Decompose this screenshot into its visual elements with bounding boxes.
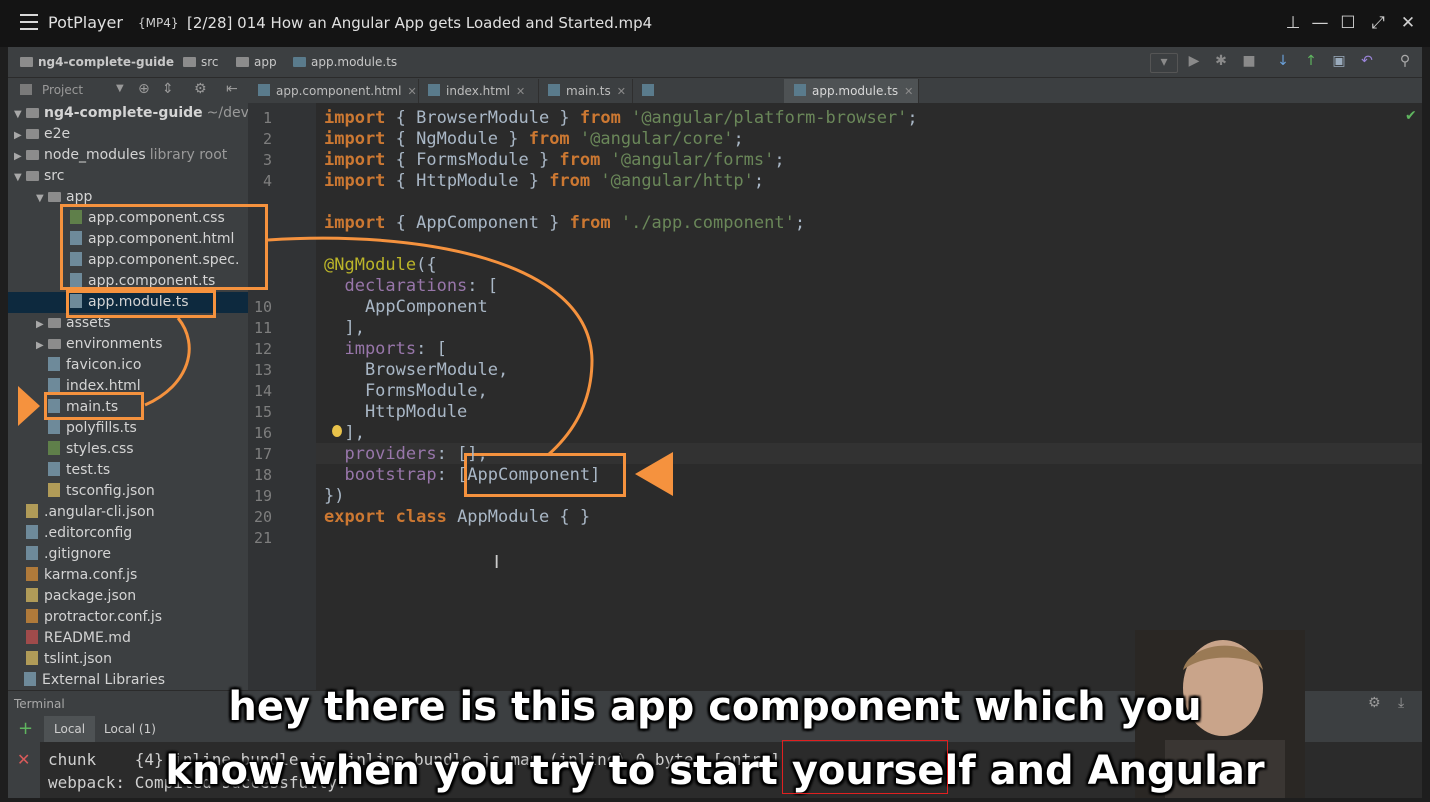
code-line: imports: [ — [324, 339, 447, 359]
code-line: bootstrap: [AppComponent] — [324, 465, 601, 485]
code-line: import { AppComponent } from './app.comp… — [324, 213, 806, 233]
code-line: @NgModule({ — [324, 255, 437, 275]
code-line: HttpModule — [324, 402, 468, 422]
code-line: declarations: [ — [324, 276, 499, 296]
annotation-box-module-file — [66, 290, 216, 318]
subtitle-line-1: hey there is this app component which yo… — [228, 684, 1202, 730]
line-number: 17 — [253, 445, 272, 463]
code-line: ], — [324, 423, 365, 443]
code-line: AppComponent — [324, 297, 488, 317]
code-line: BrowserModule, — [324, 360, 509, 380]
annotation-box-component-files — [60, 204, 268, 290]
line-number: 10 — [253, 298, 272, 316]
annotation-arrow-main — [18, 386, 40, 426]
annotation-curve-main — [144, 317, 191, 407]
line-number: 11 — [253, 319, 272, 337]
line-number: 15 — [253, 403, 272, 421]
line-number — [248, 192, 272, 213]
subtitle-line-2: know when you try to start yourself and … — [165, 748, 1265, 794]
code-line: }) — [324, 486, 345, 506]
line-number: 4 — [262, 172, 272, 190]
line-number: 16 — [253, 424, 272, 442]
line-number: 2 — [262, 130, 272, 148]
code-line: providers: [], — [324, 444, 488, 464]
line-number: 14 — [253, 382, 272, 400]
annotation-box-main-file — [44, 392, 144, 420]
code-line: import { BrowserModule } from '@angular/… — [324, 108, 918, 128]
code-line: FormsModule, — [324, 381, 488, 401]
code-line: ], — [324, 318, 365, 338]
annotation-arrow-bootstrap — [635, 452, 673, 496]
line-number: 19 — [253, 487, 272, 505]
line-number — [248, 276, 272, 297]
line-number: 12 — [253, 340, 272, 358]
line-number — [248, 255, 272, 276]
line-number: 1 — [262, 109, 272, 127]
line-number — [248, 234, 272, 255]
line-number: 18 — [253, 466, 272, 484]
line-number — [248, 213, 272, 234]
line-number: 21 — [253, 529, 272, 547]
code-line: import { HttpModule } from '@angular/htt… — [324, 171, 765, 191]
line-number: 13 — [253, 361, 272, 379]
line-number: 20 — [253, 508, 272, 526]
line-number: 3 — [262, 151, 272, 169]
code-line: import { FormsModule } from '@angular/fo… — [324, 150, 785, 170]
code-line: export class AppModule { } — [324, 507, 591, 527]
code-line: import { NgModule } from '@angular/core'… — [324, 129, 744, 149]
highlight-box — [782, 740, 948, 794]
